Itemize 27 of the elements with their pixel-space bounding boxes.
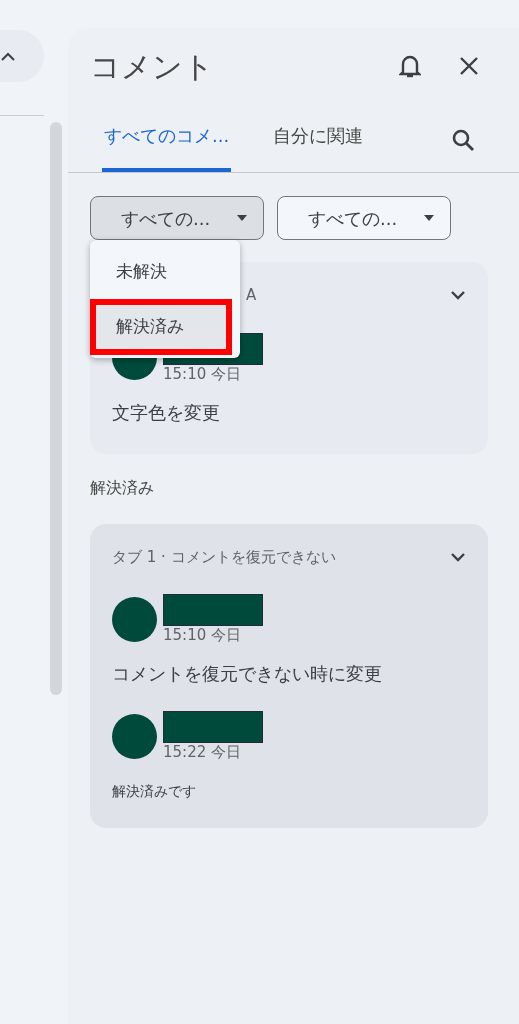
tab[interactable]: すべてのコメ... bbox=[102, 103, 232, 172]
tab[interactable]: 自分に関連 bbox=[271, 103, 366, 172]
search-icon[interactable] bbox=[451, 128, 475, 152]
thread-title: A bbox=[246, 285, 257, 306]
scrollbar[interactable] bbox=[50, 122, 62, 695]
panel-title: コメント bbox=[90, 47, 215, 86]
caret-icon bbox=[424, 215, 434, 221]
menu-item[interactable]: 解決済み bbox=[96, 305, 226, 349]
bell-icon[interactable] bbox=[399, 53, 421, 79]
caret-icon bbox=[237, 215, 247, 221]
filter-dropdown[interactable]: すべての... bbox=[277, 196, 451, 240]
comment-card[interactable]: タブ 1 · コメントを復元できない 15:10 今日 コメントを復元できない時に変更 15:22 今日 解決済みです bbox=[90, 523, 488, 828]
comment-text: 解決済みです bbox=[112, 782, 197, 801]
filter-dropdown[interactable]: すべての... bbox=[90, 196, 264, 240]
chevron-up-icon bbox=[1, 51, 15, 61]
chevron-down-icon[interactable] bbox=[450, 290, 466, 301]
comment-text: コメントを復元できない時に変更 bbox=[112, 662, 383, 686]
comment-time: 15:10 今日 bbox=[163, 364, 242, 383]
chevron-down-icon[interactable] bbox=[450, 551, 466, 562]
avatar bbox=[112, 596, 157, 642]
section-label: 解決済み bbox=[90, 476, 155, 499]
comment-text: 文字色を変更 bbox=[112, 400, 221, 425]
comment-time: 15:22 今日 bbox=[163, 743, 242, 761]
avatar bbox=[112, 713, 157, 759]
thread-title: タブ 1 · コメントを復元できない bbox=[112, 546, 336, 568]
close-icon[interactable] bbox=[459, 56, 479, 76]
comment-time: 15:10 今日 bbox=[163, 626, 242, 644]
